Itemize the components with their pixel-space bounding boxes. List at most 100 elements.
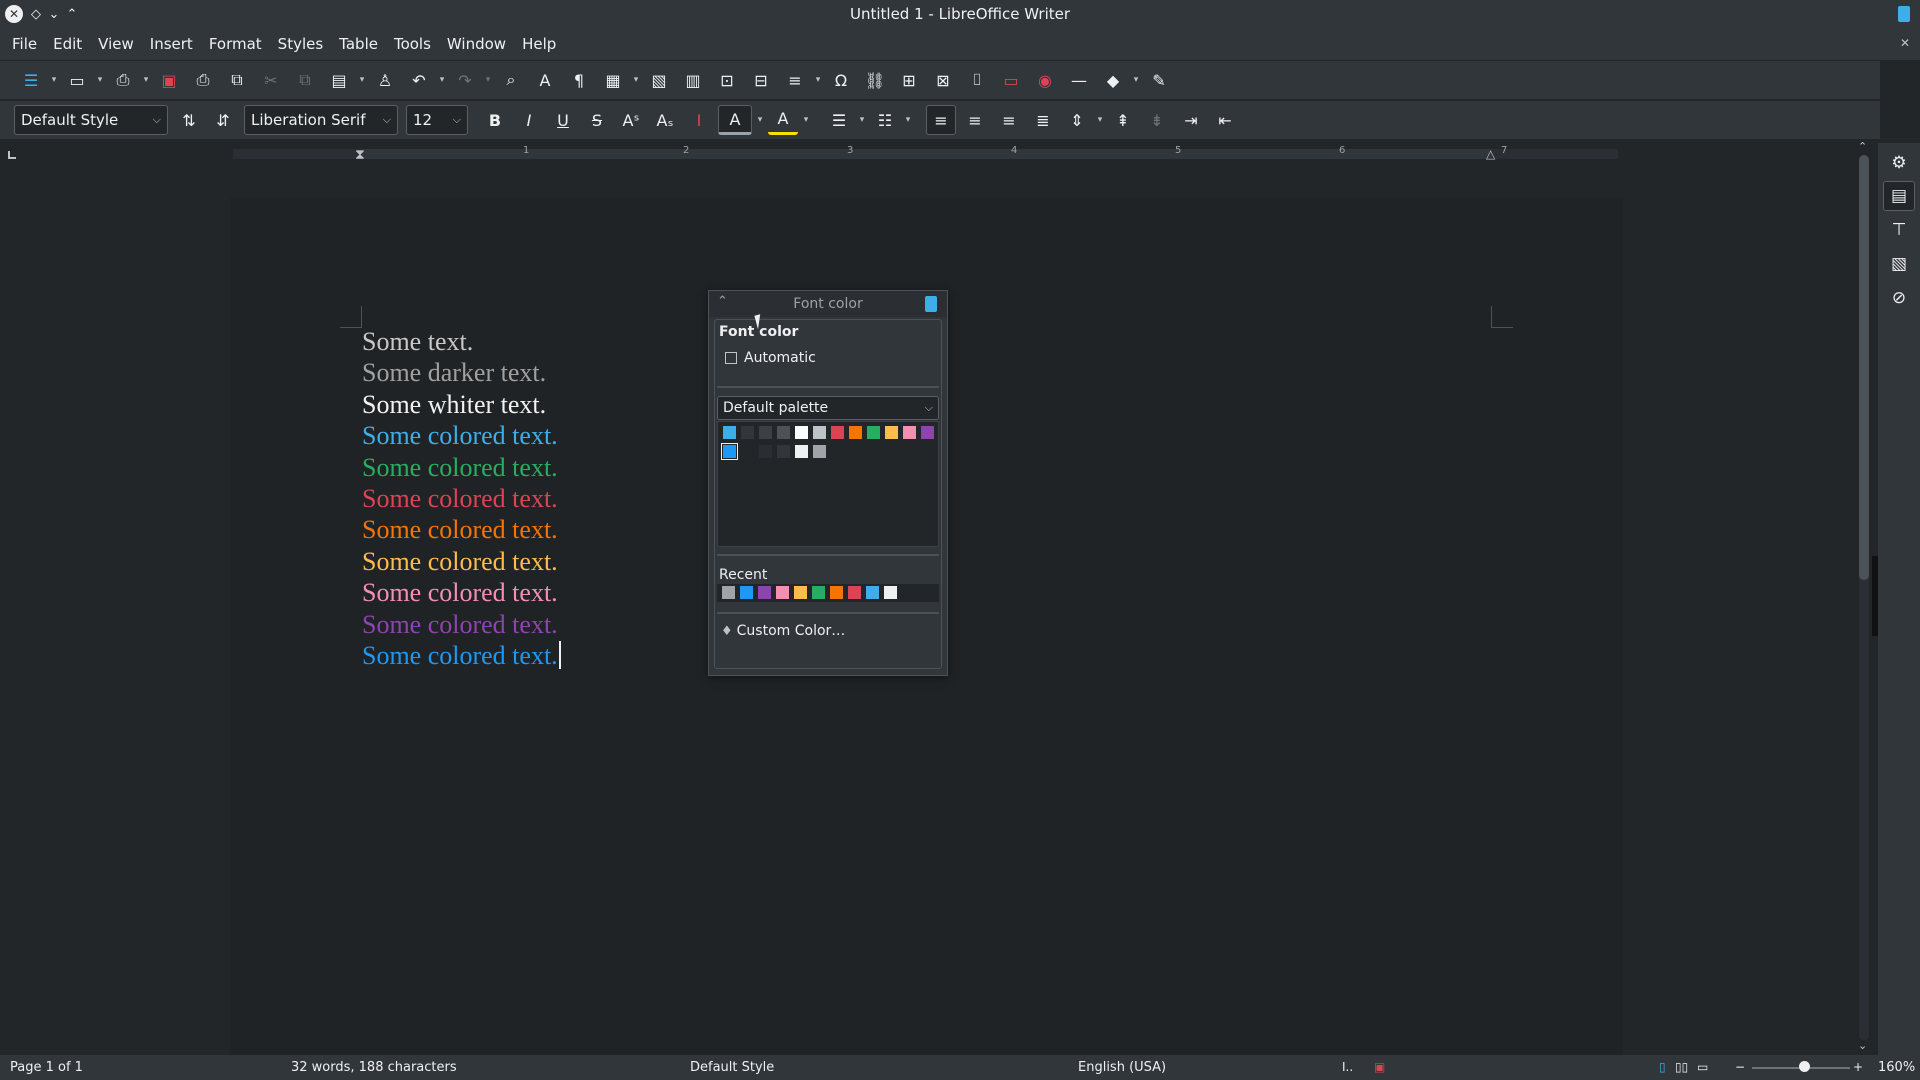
insert-chart-icon[interactable]: ▥ [678,65,708,95]
clone-formatting-icon[interactable]: ♙ [370,65,400,95]
sidebar-deck-icon[interactable] [1898,6,1910,22]
undo-dropdown-icon[interactable]: ▾ [436,65,448,95]
new-document-icon[interactable]: ☰ [16,65,46,95]
decrease-indent-icon[interactable]: ⇤ [1210,105,1240,135]
recent-swatch[interactable] [794,586,807,599]
bold-icon[interactable]: B [480,105,510,135]
scroll-down-icon[interactable]: ⌄ [1858,1039,1867,1052]
palette-swatch[interactable] [759,426,772,439]
document-body[interactable]: Some text. Some darker text. Some whiter… [362,326,561,671]
palette-swatch[interactable] [777,445,790,458]
redo-icon[interactable]: ↷ [450,65,480,95]
palette-select[interactable]: Default palette ⌵ [717,396,939,420]
page-count[interactable]: Page 1 of 1 [10,1055,83,1080]
palette-swatch[interactable] [741,445,754,458]
paragraph[interactable]: Some colored text. [362,609,561,640]
vertical-scrollbar[interactable]: ⌃ ⌄ [1855,140,1873,1055]
open-folder-icon[interactable]: ▭ [62,65,92,95]
highlight-color-icon[interactable]: A [768,105,798,135]
font-color-icon[interactable]: A [718,105,752,135]
subscript-icon[interactable]: Aₛ [650,105,680,135]
page-style-status[interactable]: Default Style [690,1055,774,1080]
track-changes-icon[interactable]: ◉ [1030,65,1060,95]
language-status[interactable]: English (USA) [1078,1055,1166,1080]
undo-icon[interactable]: ↶ [404,65,434,95]
table-dropdown-icon[interactable]: ▾ [630,65,642,95]
ordered-list-icon[interactable]: ☰ [824,105,854,135]
zoom-slider-handle[interactable] [1799,1061,1810,1072]
save-icon[interactable]: ⎙ [108,65,138,95]
paste-icon[interactable]: ▤ [324,65,354,95]
single-page-view-icon[interactable]: ▯ [1659,1055,1666,1080]
superscript-icon[interactable]: Aˢ [616,105,646,135]
special-character-icon[interactable]: Ω [826,65,856,95]
increase-indent-icon[interactable]: ⇥ [1176,105,1206,135]
ordered-list-dropdown-icon[interactable]: ▾ [856,105,868,135]
menu-styles[interactable]: Styles [270,28,332,60]
paragraph[interactable]: Some text. [362,326,561,357]
palette-swatch[interactable] [759,445,772,458]
sidebar-navigator-icon[interactable]: ⊘ [1883,283,1915,313]
paragraph[interactable]: Some whiter text. [362,389,561,420]
recent-swatch[interactable] [848,586,861,599]
zoom-in-icon[interactable]: + [1853,1055,1863,1080]
palette-swatch[interactable] [813,445,826,458]
justify-icon[interactable]: ≣ [1028,105,1058,135]
unordered-list-icon[interactable]: ☷ [870,105,900,135]
paragraph[interactable]: Some colored text. [362,546,561,577]
italic-icon[interactable]: I [514,105,544,135]
footnote-icon[interactable]: ⊞ [894,65,924,95]
bookmark-icon[interactable]: ⌷ [962,65,992,95]
draw-functions-icon[interactable]: ✎ [1144,65,1174,95]
sidebar-gallery-icon[interactable]: ▧ [1883,249,1915,279]
recent-swatch[interactable] [884,586,897,599]
spelling-icon[interactable]: A [530,65,560,95]
print-icon[interactable]: ⎙ [188,65,218,95]
font-name-combo[interactable]: Liberation Serif ⌵ [244,105,398,135]
align-center-icon[interactable]: ≡ [960,105,990,135]
menu-table[interactable]: Table [331,28,386,60]
word-count[interactable]: 32 words, 188 characters [291,1055,457,1080]
endnote-icon[interactable]: ⊠ [928,65,958,95]
unordered-list-dropdown-icon[interactable]: ▾ [902,105,914,135]
palette-swatch[interactable] [885,426,898,439]
paragraph[interactable]: Some darker text. [362,357,561,388]
selection-mode-icon[interactable]: I.. [1342,1055,1353,1080]
font-color-dropdown-icon[interactable]: ▾ [754,105,766,135]
popup-pin-icon[interactable] [925,296,937,312]
multi-page-view-icon[interactable]: ▯▯ [1675,1055,1688,1080]
sidebar-page-icon[interactable]: ⊤ [1883,215,1915,245]
insert-image-icon[interactable]: ▧ [644,65,674,95]
menu-insert[interactable]: Insert [142,28,201,60]
palette-swatch[interactable] [741,426,754,439]
underline-icon[interactable]: U [548,105,578,135]
insert-table-icon[interactable]: ▦ [598,65,628,95]
recent-swatch[interactable] [812,586,825,599]
decrease-paragraph-spacing-icon[interactable]: ⇟ [1142,105,1172,135]
indent-marker-icon[interactable]: ⧗ [355,147,365,163]
recent-swatch[interactable] [758,586,771,599]
font-size-combo[interactable]: 12 ⌵ [406,105,468,135]
zoom-out-icon[interactable]: − [1735,1055,1745,1080]
basic-shapes-icon[interactable]: ◆ [1098,65,1128,95]
increase-paragraph-spacing-icon[interactable]: ⇞ [1108,105,1138,135]
paragraph-last[interactable]: Some colored text. [362,640,561,671]
comment-icon[interactable]: ▭ [996,65,1026,95]
recent-swatch[interactable] [830,586,843,599]
strikethrough-icon[interactable]: S [582,105,612,135]
line-spacing-icon[interactable]: ⇕ [1062,105,1092,135]
redo-dropdown-icon[interactable]: ▾ [482,65,494,95]
recent-swatch[interactable] [740,586,753,599]
automatic-button[interactable]: Automatic [725,348,816,368]
menu-view[interactable]: View [90,28,142,60]
line-spacing-dropdown-icon[interactable]: ▾ [1094,105,1106,135]
paragraph[interactable]: Some colored text. [362,514,561,545]
paragraph-style-combo[interactable]: Default Style ⌵ [14,105,168,135]
sidebar-properties-icon[interactable]: ▤ [1883,181,1915,211]
palette-swatch[interactable] [721,443,738,460]
update-style-icon[interactable]: ⇅ [174,105,204,135]
menu-format[interactable]: Format [201,28,270,60]
palette-swatch[interactable] [795,445,808,458]
shapes-dropdown-icon[interactable]: ▾ [1130,65,1142,95]
palette-swatch[interactable] [813,426,826,439]
